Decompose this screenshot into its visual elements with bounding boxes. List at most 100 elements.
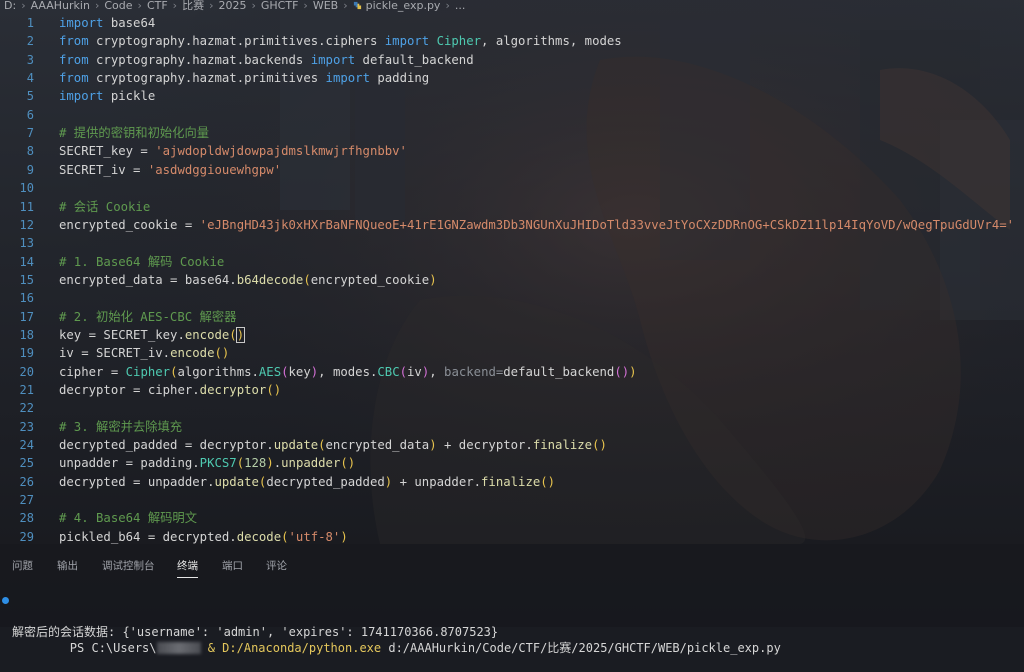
line-number: 7 [26, 126, 34, 141]
breadcrumb-more[interactable]: ... [455, 0, 466, 12]
code-token: finalize [532, 438, 593, 453]
code-line[interactable]: 12 encrypted_cookie = 'eJBngHD43jk0xHXrBa… [0, 216, 1024, 234]
code-token: decrypted_padded [266, 474, 385, 489]
code-token: encode [170, 346, 215, 361]
code-token: unpadder [281, 456, 341, 471]
breadcrumb-item[interactable]: 比赛 [182, 0, 204, 12]
tab-problems[interactable]: 问题 [12, 558, 33, 573]
code-token: import [59, 16, 104, 30]
code-line[interactable]: 24 decrypted_padded = decryptor.update(en… [0, 436, 1024, 454]
line-number: 9 [26, 162, 34, 177]
code-token: () [340, 456, 356, 471]
tab-output[interactable]: 输出 [57, 558, 78, 573]
code-token: ( [281, 364, 289, 379]
line-number: 13 [19, 236, 34, 251]
code-line[interactable]: 16 [0, 289, 1024, 307]
code-line[interactable]: 10 [0, 179, 1024, 197]
breadcrumb-item[interactable]: Code [104, 0, 132, 12]
code-text: # 会话 Cookie [59, 198, 150, 216]
code-line[interactable]: 1 import base64 [0, 14, 1024, 32]
code-line[interactable]: 23 # 3. 解密并去除填充 [0, 418, 1024, 436]
code-line[interactable]: 5 import pickle [0, 87, 1024, 105]
code-token: # 1. Base64 解码 Cookie [59, 254, 225, 269]
code-text: # 1. Base64 解码 Cookie [59, 253, 224, 271]
breadcrumb-item[interactable]: 2025 [218, 0, 246, 12]
breadcrumb-file[interactable]: pickle_exp.py [366, 0, 441, 12]
code-line[interactable]: 13 [0, 234, 1024, 252]
code-line[interactable]: 11 # 会话 Cookie [0, 198, 1024, 216]
breadcrumb-item[interactable]: GHCTF [261, 0, 299, 12]
code-token: algorithms. [177, 364, 259, 379]
code-token: base64 [103, 16, 156, 30]
code-token: Cipher [125, 364, 171, 379]
code-line[interactable]: 15 encrypted_data = base64.b64decode(encr… [0, 271, 1024, 289]
code-token: key [288, 364, 311, 379]
line-number: 15 [19, 272, 34, 287]
code-token: SECRET_iv = [59, 162, 148, 177]
line-number: 17 [19, 309, 34, 324]
line-number: 10 [19, 181, 34, 196]
code-line[interactable]: 2 from cryptography.hazmat.primitives.cip… [0, 32, 1024, 50]
code-line[interactable]: 28 # 4. Base64 解码明文 [0, 509, 1024, 527]
code-token: default_backend [503, 364, 615, 379]
code-line[interactable]: 21 decryptor = cipher.decryptor() [0, 381, 1024, 399]
breadcrumb-item[interactable]: CTF [147, 0, 168, 12]
code-line[interactable]: 25 unpadder = padding.PKCS7(128).unpadder… [0, 454, 1024, 472]
code-token: # 3. 解密并去除填充 [59, 419, 183, 434]
code-line[interactable]: 6 [0, 106, 1024, 124]
chevron-right-icon: › [172, 0, 178, 12]
code-text: # 提供的密钥和初始化向量 [59, 124, 209, 142]
breadcrumb-item[interactable]: AAAHurkin [31, 0, 90, 12]
code-token: # 会话 Cookie [59, 199, 151, 214]
code-token: ( [303, 272, 311, 287]
tab-comments[interactable]: 评论 [266, 558, 287, 573]
code-line[interactable]: 20 cipher = Cipher(algorithms.AES(key), m… [0, 363, 1024, 381]
code-text: SECRET_key = 'ajwdopldwjdowpajdmslkmwjrf… [59, 142, 407, 160]
code-line[interactable]: 19 iv = SECRET_iv.encode() [0, 344, 1024, 362]
tab-ports[interactable]: 端口 [222, 558, 243, 573]
code-token: 128 [244, 456, 267, 471]
line-number: 25 [19, 456, 34, 471]
terminal-output: 解密后的会话数据: {'username': 'admin', 'expires… [12, 625, 499, 639]
code-token: 'ajwdopldwjdowpajdmslkmwjrfhgnbbv' [155, 144, 407, 159]
chevron-right-icon: › [21, 0, 26, 12]
code-token: encrypted_cookie = [59, 217, 200, 232]
code-token: 'utf-8' [288, 529, 341, 544]
line-number: 14 [19, 254, 34, 269]
code-text: # 4. Base64 解码明文 [59, 509, 197, 527]
tab-debug-console[interactable]: 调试控制台 [102, 558, 155, 573]
code-line[interactable]: 17 # 2. 初始化 AES-CBC 解密器 [0, 308, 1024, 326]
code-line[interactable]: 4 from cryptography.hazmat.primitives imp… [0, 69, 1024, 87]
line-number: 26 [19, 474, 34, 489]
tab-terminal[interactable]: 终端 [177, 558, 198, 578]
line-number: 6 [26, 107, 34, 122]
code-token: from [59, 52, 89, 67]
code-token: ( [229, 327, 237, 342]
breadcrumb-item[interactable]: D: [4, 0, 16, 12]
code-line[interactable]: 14 # 1. Base64 解码 Cookie [0, 253, 1024, 271]
code-line[interactable]: 22 [0, 399, 1024, 417]
code-line[interactable]: 27 [0, 491, 1024, 509]
line-number: 2 [26, 34, 34, 49]
code-text: encrypted_cookie = 'eJBngHD43jk0xHXrBaNF… [59, 216, 1014, 234]
code-line[interactable]: 8 SECRET_key = 'ajwdopldwjdowpajdmslkmwjr… [0, 142, 1024, 160]
line-number: 20 [19, 364, 34, 379]
code-line[interactable]: 7 # 提供的密钥和初始化向量 [0, 124, 1024, 142]
code-line[interactable]: 29 pickled_b64 = decrypted.decode('utf-8'… [0, 528, 1024, 544]
code-text: from cryptography.hazmat.backends import… [59, 51, 474, 69]
line-number: 8 [26, 144, 34, 159]
code-text: SECRET_iv = 'asdwdggiouewhgpw' [59, 161, 281, 179]
code-token: ( [399, 364, 408, 379]
code-line[interactable]: 3 from cryptography.hazmat.backends impor… [0, 51, 1024, 69]
breadcrumb-item[interactable]: WEB [313, 0, 338, 12]
line-number: 4 [26, 71, 34, 86]
code-line[interactable]: 26 decrypted = unpadder.update(decrypted_… [0, 473, 1024, 491]
code-line[interactable]: 18 key = SECRET_key.encode() [0, 326, 1024, 344]
code-editor[interactable]: 1 import base64 2 from cryptography.hazmat.… [0, 14, 1024, 544]
breadcrumb: D: › AAAHurkin › Code › CTF › 比赛 › 2025 › GHCTF › WEB ›… [0, 0, 1024, 14]
code-text: key = SECRET_key.encode() [59, 326, 246, 344]
code-token: unpadder = padding. [59, 456, 200, 471]
code-token: cryptography.hazmat.primitives [88, 71, 326, 86]
code-line[interactable]: 9 SECRET_iv = 'asdwdggiouewhgpw' [0, 161, 1024, 179]
code-token: iv = SECRET_iv. [59, 346, 171, 361]
